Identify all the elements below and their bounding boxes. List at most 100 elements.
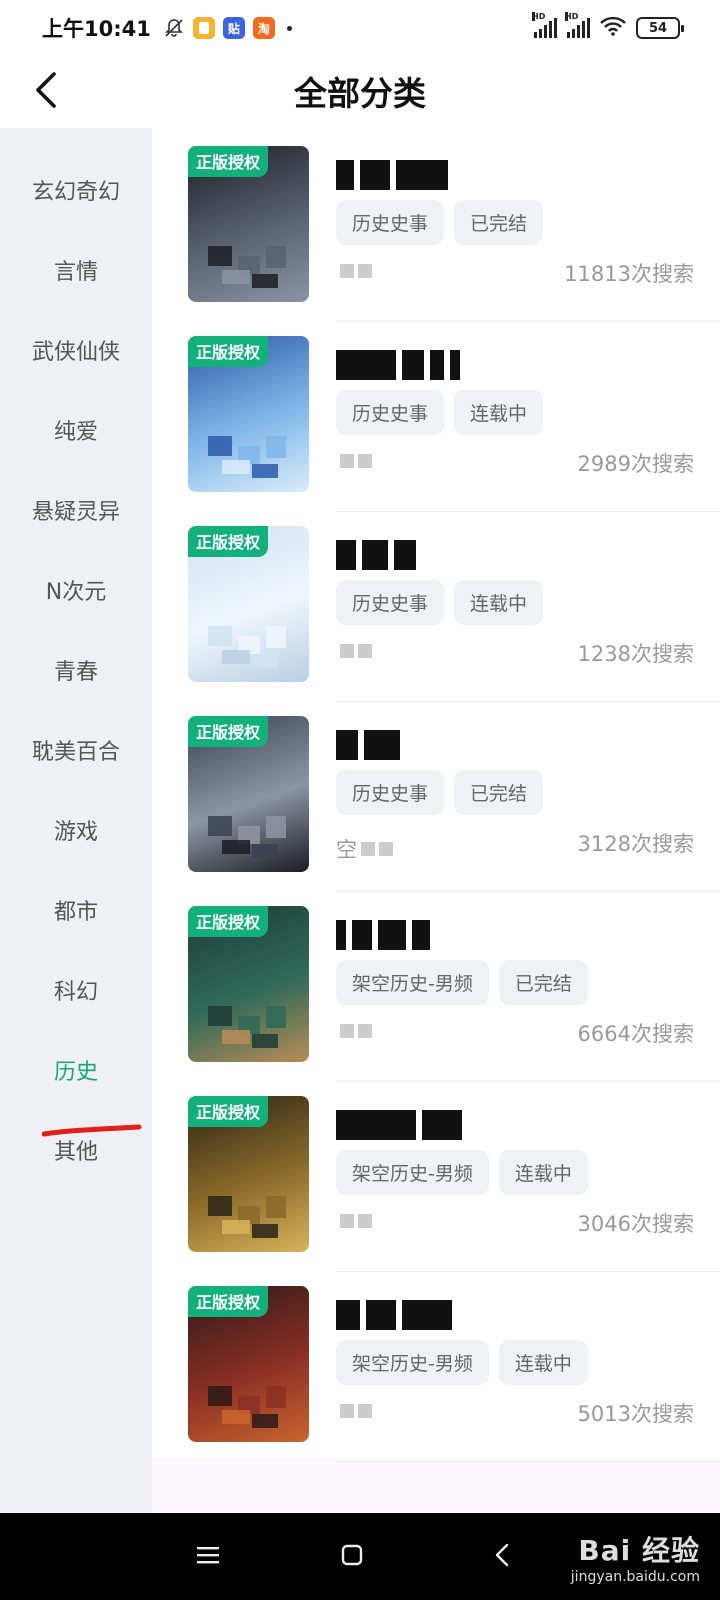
cover-mosaic	[266, 246, 286, 268]
search-count: 5013次搜索	[577, 1402, 694, 1426]
author-mosaic-block	[358, 1214, 372, 1228]
title-mosaic-block	[430, 350, 444, 380]
book-tags: 历史史事 已完结	[336, 200, 544, 245]
license-badge: 正版授权	[188, 1096, 269, 1127]
book-title-redacted[interactable]	[336, 728, 400, 762]
sidebar-item-qita[interactable]: 其他	[0, 1110, 152, 1190]
cover-mosaic	[266, 436, 286, 458]
title-mosaic-block	[362, 540, 388, 570]
book-title-redacted[interactable]	[336, 538, 416, 572]
book-tags: 历史史事 连载中	[336, 580, 544, 625]
sidebar-item-qingchun[interactable]: 青春	[0, 630, 152, 710]
sidebar-item-wuxia[interactable]: 武侠仙侠	[0, 310, 152, 390]
menu-icon	[197, 1547, 219, 1564]
sidebar-item-youxi[interactable]: 游戏	[0, 790, 152, 870]
author-mosaic-block	[358, 264, 372, 278]
home-button[interactable]	[330, 1533, 374, 1577]
cover-mosaic	[252, 1034, 278, 1048]
book-cover[interactable]: 正版授权	[188, 146, 309, 302]
header: 全部分类	[0, 56, 720, 126]
notes-app-icon	[192, 17, 215, 39]
search-count: 3128次搜索	[577, 832, 694, 856]
title-mosaic-block	[364, 730, 400, 760]
chevron-left-icon	[36, 72, 56, 108]
book-item[interactable]: 正版授权 架空历史-男频 已完结 6664次搜索	[152, 888, 720, 1082]
book-title-redacted[interactable]	[336, 918, 430, 952]
license-badge: 正版授权	[188, 146, 269, 177]
cover-mosaic	[208, 1196, 232, 1216]
book-tags: 历史史事 已完结	[336, 770, 544, 815]
book-cover[interactable]: 正版授权	[188, 526, 309, 682]
author-mosaic-block	[340, 454, 354, 468]
title-mosaic-block	[336, 1300, 360, 1330]
status-system-icons: HD HD 54	[532, 12, 684, 40]
book-tags: 架空历史-男频 已完结	[336, 960, 588, 1005]
cover-mosaic	[266, 1196, 286, 1218]
sidebar-item-kehuan[interactable]: 科幻	[0, 950, 152, 1030]
book-item[interactable]: 正版授权历史史事 已完结空 3128次搜索	[152, 698, 720, 892]
nav-back-button[interactable]	[480, 1533, 524, 1577]
cover-mosaic	[222, 1220, 250, 1234]
more-notifications-dot	[286, 25, 292, 31]
cover-mosaic	[252, 274, 278, 288]
title-mosaic-block	[394, 540, 416, 570]
cover-mosaic	[252, 1414, 278, 1428]
cover-mosaic	[222, 840, 250, 854]
status-notification-icons: 贴 淘	[163, 17, 292, 39]
sidebar-item-xuanhuan[interactable]: 玄幻奇幻	[0, 150, 152, 230]
title-mosaic-block	[336, 730, 358, 760]
sidebar-item-nciyuan[interactable]: N次元	[0, 550, 152, 630]
genre-tag: 架空历史-男频	[336, 1340, 489, 1385]
sidebar-item-dushi[interactable]: 都市	[0, 870, 152, 950]
page-title: 全部分类	[294, 74, 426, 113]
author-mosaic-block	[361, 842, 375, 856]
sidebar-item-yanqing[interactable]: 言情	[0, 230, 152, 310]
cover-mosaic	[208, 1006, 232, 1026]
sidebar-item-xuanyi[interactable]: 悬疑灵异	[0, 470, 152, 550]
book-author-redacted	[336, 1024, 372, 1038]
book-title-redacted[interactable]	[336, 158, 448, 192]
book-item[interactable]: 正版授权 架空历史-男频 连载中 3046次搜索	[152, 1078, 720, 1272]
author-text: 空	[336, 838, 357, 862]
book-item[interactable]: 正版授权 历史史事 连载中 1238次搜索	[152, 508, 720, 702]
title-mosaic-block	[352, 920, 372, 950]
status-bar: 上午10:41 贴 淘 HD HD 54	[0, 0, 720, 56]
book-title-redacted[interactable]	[336, 1298, 452, 1332]
book-author-redacted	[336, 1214, 372, 1228]
sidebar-item-chunai[interactable]: 纯爱	[0, 390, 152, 470]
sidebar-item-danmei[interactable]: 耽美百合	[0, 710, 152, 790]
book-cover[interactable]: 正版授权	[188, 336, 309, 492]
book-list[interactable]: 正版授权 历史史事 已完结 11813次搜索 正版授权 历史史事 连载中 2989次搜索 正版授…	[152, 128, 720, 1513]
book-cover[interactable]: 正版授权	[188, 716, 309, 872]
author-mosaic-block	[340, 1024, 354, 1038]
genre-tag: 历史史事	[336, 770, 445, 815]
book-tags: 架空历史-男频 连载中	[336, 1150, 588, 1195]
book-cover[interactable]: 正版授权	[188, 906, 309, 1062]
author-mosaic-block	[358, 1404, 372, 1418]
book-cover[interactable]: 正版授权	[188, 1096, 309, 1252]
book-cover[interactable]: 正版授权	[188, 1286, 309, 1442]
book-author-redacted	[336, 644, 372, 658]
cover-mosaic	[222, 1030, 250, 1044]
cover-mosaic	[208, 626, 232, 646]
book-item[interactable]: 正版授权 架空历史-男频 连载中 5013次搜索	[152, 1268, 720, 1462]
book-tags: 历史史事 连载中	[336, 390, 544, 435]
book-item[interactable]: 正版授权历史史事 已完结 11813次搜索	[152, 128, 720, 322]
genre-tag: 历史史事	[336, 390, 445, 435]
search-count: 1238次搜索	[577, 642, 694, 666]
cover-mosaic	[266, 626, 286, 648]
menu-button[interactable]	[186, 1533, 230, 1577]
search-count: 11813次搜索	[564, 262, 694, 286]
book-title-redacted[interactable]	[336, 1108, 462, 1142]
author-mosaic-block	[340, 644, 354, 658]
search-count: 2989次搜索	[577, 452, 694, 476]
sidebar-item-lishi[interactable]: 历史	[0, 1030, 152, 1110]
status-tag: 已完结	[454, 200, 544, 245]
title-mosaic-block	[422, 1110, 462, 1140]
cover-mosaic	[222, 650, 250, 664]
book-item[interactable]: 正版授权 历史史事 连载中 2989次搜索	[152, 318, 720, 512]
back-button[interactable]	[26, 70, 66, 110]
license-badge: 正版授权	[188, 716, 269, 747]
back-triangle-icon	[495, 1543, 509, 1567]
book-title-redacted[interactable]	[336, 348, 460, 382]
